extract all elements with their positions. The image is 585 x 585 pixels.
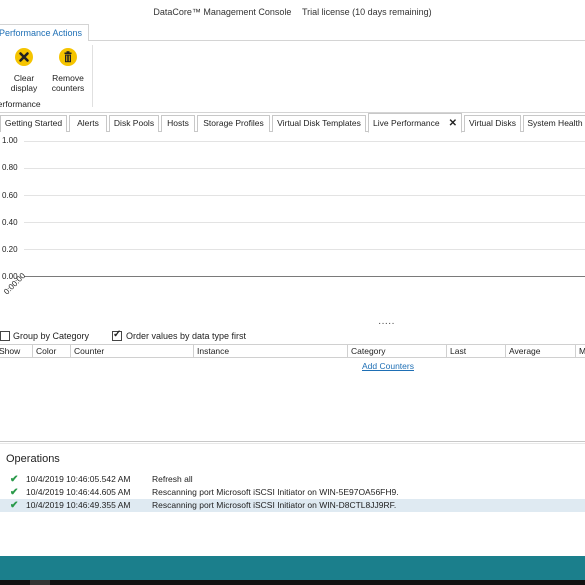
ribbon-group-separator: [92, 45, 93, 107]
order-values-label: Order values by data type first: [126, 331, 247, 341]
gridline: [24, 222, 585, 223]
tab-label: Virtual Disk Templates: [277, 118, 361, 128]
close-icon[interactable]: ✕: [449, 118, 457, 129]
tab-label: System Health: [527, 118, 583, 128]
performance-chart: 1.00 0.80 0.60 0.40 0.20 0.00 0:00:00 ··…: [0, 132, 585, 329]
gridline: [24, 249, 585, 250]
operation-description: Rescanning port Microsoft iSCSI Initiato…: [152, 487, 399, 497]
success-check-icon: ✔: [10, 474, 19, 485]
remove-counters-icon: [59, 48, 77, 66]
ribbon-tab-strip: Performance Actions: [0, 24, 585, 42]
operation-description: Rescanning port Microsoft iSCSI Initiato…: [152, 500, 397, 510]
operations-title: Operations: [6, 453, 60, 465]
operation-time: 10/4/2019 10:46:49.355 AM: [26, 500, 131, 510]
operation-description: Refresh all: [152, 474, 193, 484]
tab-alerts[interactable]: Alerts: [69, 115, 107, 132]
counter-options: Group by Category Order values by data t…: [0, 329, 585, 344]
title-bar: DataCore™ Management Console Trial licen…: [0, 0, 585, 24]
column-header-m[interactable]: M: [575, 345, 585, 358]
column-header-color[interactable]: Color: [32, 345, 56, 358]
status-bar: [0, 556, 585, 580]
tab-live-performance[interactable]: Live Performance ✕: [368, 113, 462, 133]
tab-label: Live Performance: [372, 118, 440, 128]
license-status: Trial license (10 days remaining): [301, 7, 432, 17]
taskbar: [0, 580, 585, 585]
tab-system-health[interactable]: System Health: [523, 115, 585, 132]
x-axis-line: [24, 276, 585, 277]
remove-counters-button[interactable]: Remove counters: [48, 47, 88, 93]
tab-label: Storage Profiles: [203, 118, 264, 128]
group-by-category-label: Group by Category: [13, 331, 90, 341]
group-by-category-checkbox[interactable]: [0, 331, 10, 341]
column-header-instance[interactable]: Instance: [193, 345, 229, 358]
gridline: [24, 141, 585, 142]
success-check-icon: ✔: [10, 487, 19, 498]
tab-virtual-disk-templates[interactable]: Virtual Disk Templates: [272, 115, 366, 132]
clear-icon: [15, 48, 33, 66]
tab-label: Getting Started: [4, 118, 63, 128]
splitter-grip[interactable]: ·····: [378, 318, 395, 329]
y-tick-label: 0.60: [2, 191, 18, 200]
tab-virtual-disks[interactable]: Virtual Disks: [464, 115, 521, 132]
y-tick-label: 1.00: [2, 136, 18, 145]
column-header-last[interactable]: Last: [446, 345, 466, 358]
column-header-category[interactable]: Category: [347, 345, 386, 358]
ribbon-group-label: Performance: [0, 99, 41, 109]
add-counters-link[interactable]: Add Counters: [362, 361, 414, 371]
y-tick-label: 0.20: [2, 245, 18, 254]
gridline: [24, 195, 585, 196]
gridline: [24, 168, 585, 169]
app-title: DataCore™ Management Console: [153, 7, 292, 17]
tab-storage-profiles[interactable]: Storage Profiles: [197, 115, 270, 132]
document-tab-strip: Getting Started Alerts Disk Pools Hosts …: [0, 113, 585, 133]
order-values-checkbox[interactable]: [112, 329, 122, 341]
success-check-icon: ✔: [10, 500, 19, 511]
ribbon-tab-performance-actions[interactable]: Performance Actions: [0, 24, 90, 42]
remove-counters-label-1: Remove: [52, 73, 84, 83]
operation-row[interactable]: ✔ 10/4/2019 10:46:44.605 AM Rescanning p…: [0, 486, 585, 499]
panel-splitter[interactable]: [0, 441, 585, 444]
column-header-show[interactable]: Show: [0, 345, 20, 358]
tab-label: Alerts: [77, 118, 99, 128]
column-header-counter[interactable]: Counter: [70, 345, 104, 358]
column-header-average[interactable]: Average: [505, 345, 541, 358]
tab-disk-pools[interactable]: Disk Pools: [109, 115, 159, 132]
remove-counters-label-2: counters: [51, 83, 85, 93]
clear-display-label-2: display: [10, 83, 38, 93]
clear-display-button[interactable]: Clear display: [4, 47, 44, 93]
tab-label: Virtual Disks: [468, 118, 517, 128]
operation-row[interactable]: ✔ 10/4/2019 10:46:05.542 AM Refresh all: [0, 473, 585, 486]
tab-hosts[interactable]: Hosts: [161, 115, 195, 132]
tab-getting-started[interactable]: Getting Started: [0, 115, 67, 132]
ribbon-body: Clear display Remove counters Performanc…: [0, 41, 585, 113]
operation-time: 10/4/2019 10:46:05.542 AM: [26, 474, 131, 484]
counters-grid-header: Show Color Counter Instance Category Las…: [0, 344, 585, 358]
y-tick-label: 0.40: [2, 218, 18, 227]
clear-display-label-1: Clear: [13, 73, 35, 83]
y-tick-label: 0.80: [2, 163, 18, 172]
operation-row-selected[interactable]: ✔ 10/4/2019 10:46:49.355 AM Rescanning p…: [0, 499, 585, 512]
tab-label: Disk Pools: [113, 118, 155, 128]
operation-time: 10/4/2019 10:46:44.605 AM: [26, 487, 131, 497]
tab-label: Hosts: [167, 118, 189, 128]
